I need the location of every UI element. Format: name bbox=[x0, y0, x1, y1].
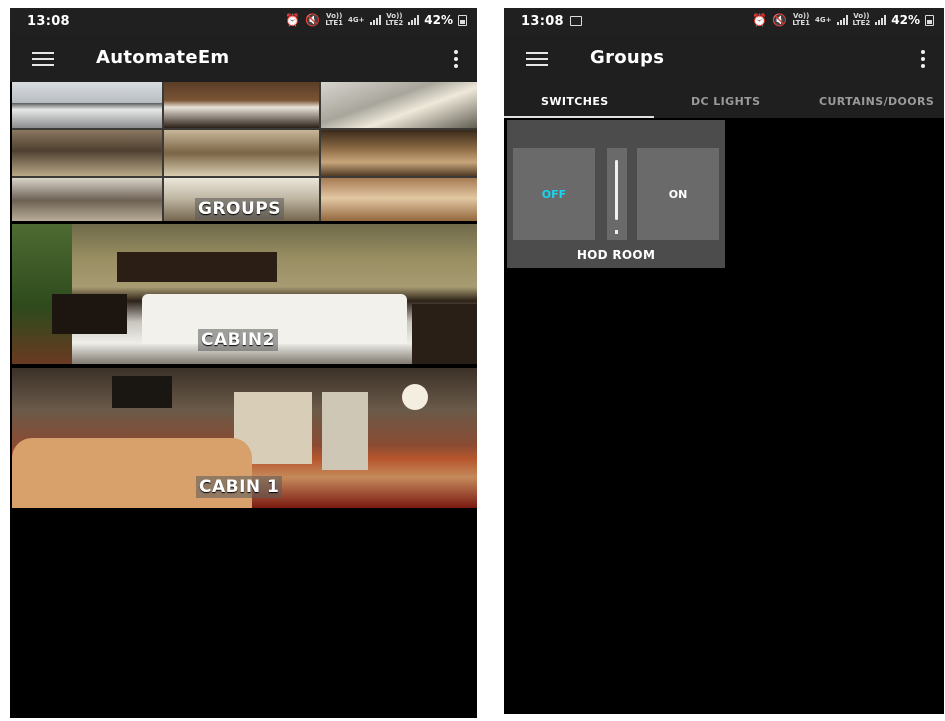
tile-photo bbox=[321, 130, 477, 176]
mute-icon: 🔇 bbox=[772, 13, 788, 27]
cabin2-tile-label: CABIN2 bbox=[198, 329, 278, 351]
alarm-icon: ⏰ bbox=[752, 13, 768, 27]
net-indicator-2: Vo)) LTE2 bbox=[385, 12, 404, 27]
dimmer-slider[interactable] bbox=[607, 148, 627, 240]
tile-photo bbox=[12, 130, 162, 176]
status-icons: ⏰ 🔇 Vo)) LTE1 4G+ Vo)) LTE2 42% bbox=[285, 13, 467, 27]
gallery-notification-icon bbox=[569, 16, 582, 26]
battery-percent: 42% bbox=[891, 13, 920, 27]
hamburger-menu-icon[interactable] bbox=[32, 52, 54, 66]
slider-thumb[interactable] bbox=[615, 230, 618, 234]
battery-icon bbox=[925, 14, 934, 26]
status-icons: ⏰ 🔇 Vo)) LTE1 4G+ Vo)) LTE2 42% bbox=[752, 13, 934, 27]
status-time: 13:08 bbox=[521, 14, 582, 29]
mute-icon: 🔇 bbox=[305, 13, 321, 27]
tile-photo bbox=[12, 178, 162, 221]
tab-switches[interactable]: SWITCHES bbox=[541, 95, 609, 108]
status-bar: 13:08 ⏰ 🔇 Vo)) LTE1 4G+ Vo)) LTE2 42% bbox=[10, 8, 477, 36]
tile-photo bbox=[321, 178, 477, 221]
net-indicator-1: Vo)) LTE1 bbox=[792, 12, 811, 27]
app-bar: Groups bbox=[504, 36, 944, 82]
signal-icon bbox=[408, 15, 420, 25]
tile-photo bbox=[12, 82, 162, 128]
signal-icon bbox=[875, 15, 887, 25]
hamburger-menu-icon[interactable] bbox=[526, 52, 548, 66]
net-indicator-2: Vo)) LTE2 bbox=[852, 12, 871, 27]
lamp-decor bbox=[402, 384, 428, 410]
signal-icon bbox=[836, 15, 848, 25]
table-decor bbox=[412, 304, 477, 364]
slider-track bbox=[615, 160, 618, 220]
alarm-icon: ⏰ bbox=[285, 13, 301, 27]
tab-curtains-doors[interactable]: CURTAINS/DOORS bbox=[819, 95, 934, 108]
tile-photo bbox=[164, 82, 319, 128]
tile-photo bbox=[321, 82, 477, 128]
on-button[interactable]: ON bbox=[637, 148, 719, 240]
tab-selected-indicator bbox=[504, 116, 654, 118]
switch-card: OFF ON HOD ROOM bbox=[507, 120, 725, 268]
battery-icon bbox=[458, 14, 467, 26]
headboard-decor bbox=[117, 252, 277, 282]
net-indicator-4g: 4G+ bbox=[815, 15, 832, 24]
cabin2-tile[interactable]: CABIN2 bbox=[12, 224, 477, 364]
signal-icon bbox=[369, 15, 381, 25]
status-bar: 13:08 ⏰ 🔇 Vo)) LTE1 4G+ Vo)) LTE2 42% bbox=[504, 8, 944, 36]
left-phone-screen: 13:08 ⏰ 🔇 Vo)) LTE1 4G+ Vo)) LTE2 42% Auto… bbox=[10, 8, 477, 718]
shelf-decor bbox=[322, 392, 368, 470]
tab-dc-lights[interactable]: DC LIGHTS bbox=[691, 95, 760, 108]
cabin1-tile[interactable]: CABIN 1 bbox=[12, 368, 477, 508]
app-title: Groups bbox=[590, 47, 665, 68]
off-button[interactable]: OFF bbox=[513, 148, 595, 240]
tab-bar: SWITCHES DC LIGHTS CURTAINS/DOORS bbox=[504, 82, 944, 118]
window-decor bbox=[112, 376, 172, 408]
groups-tile[interactable]: GROUPS bbox=[12, 82, 477, 221]
net-indicator-4g: 4G+ bbox=[348, 15, 365, 24]
groups-tile-label: GROUPS bbox=[195, 198, 285, 220]
switch-card-name: HOD ROOM bbox=[576, 248, 656, 262]
net-indicator-1: Vo)) LTE1 bbox=[325, 12, 344, 27]
cabin1-tile-label: CABIN 1 bbox=[196, 476, 283, 498]
status-time: 13:08 bbox=[27, 14, 70, 29]
app-bar: AutomateEm bbox=[10, 36, 477, 82]
nightstand-decor bbox=[52, 294, 127, 334]
right-phone-screen: 13:08 ⏰ 🔇 Vo)) LTE1 4G+ Vo)) LTE2 42% Grou… bbox=[504, 8, 944, 714]
app-title: AutomateEm bbox=[96, 47, 230, 68]
battery-percent: 42% bbox=[424, 13, 453, 27]
more-vert-icon[interactable] bbox=[453, 50, 459, 68]
more-vert-icon[interactable] bbox=[920, 50, 926, 68]
tile-photo bbox=[164, 130, 319, 176]
